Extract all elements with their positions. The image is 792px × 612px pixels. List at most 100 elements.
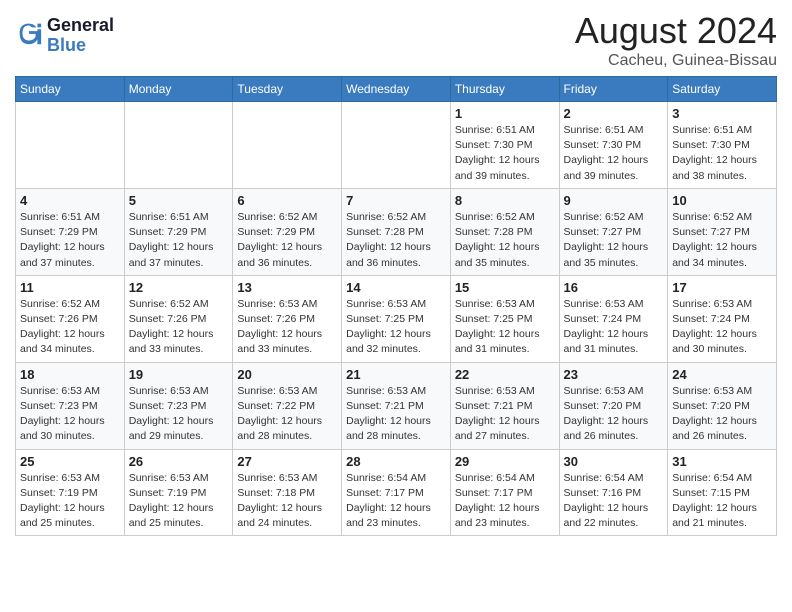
day-info: Sunrise: 6:53 AMSunset: 7:25 PMDaylight:… bbox=[455, 297, 555, 358]
day-info: Sunrise: 6:51 AMSunset: 7:30 PMDaylight:… bbox=[672, 123, 772, 184]
calendar-cell: 23 Sunrise: 6:53 AMSunset: 7:20 PMDayligh… bbox=[559, 362, 668, 449]
day-info: Sunrise: 6:53 AMSunset: 7:26 PMDaylight:… bbox=[237, 297, 337, 358]
calendar-week-row: 1 Sunrise: 6:51 AMSunset: 7:30 PMDaylight… bbox=[16, 102, 777, 189]
calendar-cell: 14 Sunrise: 6:53 AMSunset: 7:25 PMDayligh… bbox=[342, 275, 451, 362]
calendar-cell: 10 Sunrise: 6:52 AMSunset: 7:27 PMDayligh… bbox=[668, 188, 777, 275]
day-number: 10 bbox=[672, 193, 772, 208]
calendar-cell: 19 Sunrise: 6:53 AMSunset: 7:23 PMDayligh… bbox=[124, 362, 233, 449]
calendar-cell bbox=[233, 102, 342, 189]
day-of-week-header: Saturday bbox=[668, 77, 777, 102]
day-number: 26 bbox=[129, 454, 229, 469]
day-info: Sunrise: 6:54 AMSunset: 7:17 PMDaylight:… bbox=[455, 471, 555, 532]
day-info: Sunrise: 6:52 AMSunset: 7:29 PMDaylight:… bbox=[237, 210, 337, 271]
day-number: 19 bbox=[129, 367, 229, 382]
day-number: 29 bbox=[455, 454, 555, 469]
day-number: 20 bbox=[237, 367, 337, 382]
day-info: Sunrise: 6:53 AMSunset: 7:23 PMDaylight:… bbox=[129, 384, 229, 445]
day-number: 24 bbox=[672, 367, 772, 382]
day-info: Sunrise: 6:51 AMSunset: 7:29 PMDaylight:… bbox=[129, 210, 229, 271]
calendar-cell bbox=[342, 102, 451, 189]
day-of-week-header: Friday bbox=[559, 77, 668, 102]
day-number: 8 bbox=[455, 193, 555, 208]
day-info: Sunrise: 6:54 AMSunset: 7:17 PMDaylight:… bbox=[346, 471, 446, 532]
day-info: Sunrise: 6:52 AMSunset: 7:28 PMDaylight:… bbox=[346, 210, 446, 271]
day-number: 23 bbox=[564, 367, 664, 382]
day-info: Sunrise: 6:53 AMSunset: 7:18 PMDaylight:… bbox=[237, 471, 337, 532]
day-number: 2 bbox=[564, 106, 664, 121]
calendar-cell: 3 Sunrise: 6:51 AMSunset: 7:30 PMDaylight… bbox=[668, 102, 777, 189]
day-info: Sunrise: 6:53 AMSunset: 7:21 PMDaylight:… bbox=[455, 384, 555, 445]
day-number: 25 bbox=[20, 454, 120, 469]
day-number: 9 bbox=[564, 193, 664, 208]
day-of-week-header: Thursday bbox=[450, 77, 559, 102]
calendar-cell: 21 Sunrise: 6:53 AMSunset: 7:21 PMDayligh… bbox=[342, 362, 451, 449]
calendar-cell: 1 Sunrise: 6:51 AMSunset: 7:30 PMDaylight… bbox=[450, 102, 559, 189]
day-of-week-header: Tuesday bbox=[233, 77, 342, 102]
calendar-week-row: 11 Sunrise: 6:52 AMSunset: 7:26 PMDayligh… bbox=[16, 275, 777, 362]
day-info: Sunrise: 6:53 AMSunset: 7:19 PMDaylight:… bbox=[20, 471, 120, 532]
day-number: 22 bbox=[455, 367, 555, 382]
calendar-cell: 17 Sunrise: 6:53 AMSunset: 7:24 PMDayligh… bbox=[668, 275, 777, 362]
day-number: 6 bbox=[237, 193, 337, 208]
calendar-cell: 26Sunrise: 6:53 AMSunset: 7:19 PMDayligh… bbox=[124, 449, 233, 536]
calendar-cell: 11Sunrise: 6:52 AMSunset: 7:26 PMDayligh… bbox=[16, 275, 125, 362]
day-number: 14 bbox=[346, 280, 446, 295]
title-area: August 2024 Cacheu, Guinea-Bissau bbox=[575, 10, 777, 70]
day-info: Sunrise: 6:53 AMSunset: 7:20 PMDaylight:… bbox=[672, 384, 772, 445]
day-info: Sunrise: 6:53 AMSunset: 7:24 PMDaylight:… bbox=[564, 297, 664, 358]
day-number: 15 bbox=[455, 280, 555, 295]
day-number: 27 bbox=[237, 454, 337, 469]
day-info: Sunrise: 6:51 AMSunset: 7:30 PMDaylight:… bbox=[564, 123, 664, 184]
calendar-cell: 29 Sunrise: 6:54 AMSunset: 7:17 PMDayligh… bbox=[450, 449, 559, 536]
day-info: Sunrise: 6:53 AMSunset: 7:21 PMDaylight:… bbox=[346, 384, 446, 445]
day-number: 13 bbox=[237, 280, 337, 295]
calendar-week-row: 25 Sunrise: 6:53 AMSunset: 7:19 PMDayligh… bbox=[16, 449, 777, 536]
day-of-week-header: Wednesday bbox=[342, 77, 451, 102]
calendar-cell: 31 Sunrise: 6:54 AMSunset: 7:15 PMDayligh… bbox=[668, 449, 777, 536]
calendar-week-row: 18Sunrise: 6:53 AMSunset: 7:23 PMDayligh… bbox=[16, 362, 777, 449]
calendar-cell: 4 Sunrise: 6:51 AMSunset: 7:29 PMDaylight… bbox=[16, 188, 125, 275]
day-info: Sunrise: 6:53 AMSunset: 7:24 PMDaylight:… bbox=[672, 297, 772, 358]
day-info: Sunrise: 6:53 AMSunset: 7:23 PMDaylight:… bbox=[20, 384, 120, 445]
day-number: 11 bbox=[20, 280, 120, 295]
calendar-cell: 16Sunrise: 6:53 AMSunset: 7:24 PMDayligh… bbox=[559, 275, 668, 362]
calendar-cell: 13 Sunrise: 6:53 AMSunset: 7:26 PMDayligh… bbox=[233, 275, 342, 362]
location-subtitle: Cacheu, Guinea-Bissau bbox=[575, 52, 777, 70]
day-info: Sunrise: 6:51 AMSunset: 7:30 PMDaylight:… bbox=[455, 123, 555, 184]
day-of-week-header: Sunday bbox=[16, 77, 125, 102]
calendar-cell: 8Sunrise: 6:52 AMSunset: 7:28 PMDaylight… bbox=[450, 188, 559, 275]
page-header: General Blue August 2024 Cacheu, Guinea-… bbox=[15, 10, 777, 70]
day-info: Sunrise: 6:53 AMSunset: 7:25 PMDaylight:… bbox=[346, 297, 446, 358]
day-number: 4 bbox=[20, 193, 120, 208]
day-number: 30 bbox=[564, 454, 664, 469]
day-number: 1 bbox=[455, 106, 555, 121]
day-number: 3 bbox=[672, 106, 772, 121]
calendar-cell: 7 Sunrise: 6:52 AMSunset: 7:28 PMDaylight… bbox=[342, 188, 451, 275]
calendar-week-row: 4 Sunrise: 6:51 AMSunset: 7:29 PMDaylight… bbox=[16, 188, 777, 275]
calendar-cell: 27 Sunrise: 6:53 AMSunset: 7:18 PMDayligh… bbox=[233, 449, 342, 536]
calendar-table: SundayMondayTuesdayWednesdayThursdayFrid… bbox=[15, 76, 777, 536]
day-number: 28 bbox=[346, 454, 446, 469]
day-number: 12 bbox=[129, 280, 229, 295]
day-info: Sunrise: 6:52 AMSunset: 7:27 PMDaylight:… bbox=[564, 210, 664, 271]
day-number: 31 bbox=[672, 454, 772, 469]
day-info: Sunrise: 6:52 AMSunset: 7:26 PMDaylight:… bbox=[129, 297, 229, 358]
day-number: 17 bbox=[672, 280, 772, 295]
calendar-cell: 30Sunrise: 6:54 AMSunset: 7:16 PMDayligh… bbox=[559, 449, 668, 536]
day-number: 21 bbox=[346, 367, 446, 382]
calendar-cell bbox=[16, 102, 125, 189]
month-year-title: August 2024 bbox=[575, 10, 777, 52]
day-info: Sunrise: 6:53 AMSunset: 7:22 PMDaylight:… bbox=[237, 384, 337, 445]
day-info: Sunrise: 6:51 AMSunset: 7:29 PMDaylight:… bbox=[20, 210, 120, 271]
day-info: Sunrise: 6:54 AMSunset: 7:15 PMDaylight:… bbox=[672, 471, 772, 532]
calendar-cell: 25 Sunrise: 6:53 AMSunset: 7:19 PMDayligh… bbox=[16, 449, 125, 536]
day-number: 7 bbox=[346, 193, 446, 208]
logo: General Blue bbox=[15, 16, 114, 56]
day-info: Sunrise: 6:52 AMSunset: 7:27 PMDaylight:… bbox=[672, 210, 772, 271]
calendar-cell: 18Sunrise: 6:53 AMSunset: 7:23 PMDayligh… bbox=[16, 362, 125, 449]
day-of-week-header: Monday bbox=[124, 77, 233, 102]
calendar-cell: 20 Sunrise: 6:53 AMSunset: 7:22 PMDayligh… bbox=[233, 362, 342, 449]
day-info: Sunrise: 6:53 AMSunset: 7:20 PMDaylight:… bbox=[564, 384, 664, 445]
calendar-cell bbox=[124, 102, 233, 189]
day-number: 5 bbox=[129, 193, 229, 208]
